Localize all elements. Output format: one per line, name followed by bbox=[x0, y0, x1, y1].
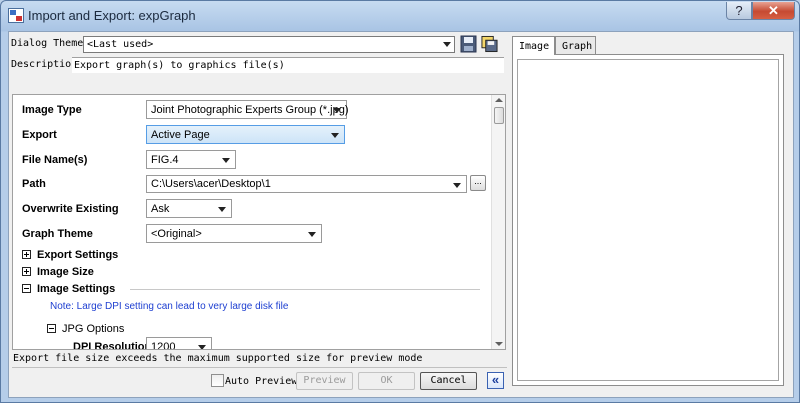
dpi-resolution-value: 1200 bbox=[151, 341, 176, 350]
chevron-down-icon bbox=[218, 207, 226, 212]
dialog-theme-value: <Last used> bbox=[87, 39, 154, 50]
preview-pane bbox=[512, 54, 784, 386]
description-label: Descriptio bbox=[11, 59, 72, 70]
status-message: Export file size exceeds the maximum sup… bbox=[13, 353, 423, 364]
dpi-note: Note: Large DPI setting can lead to very… bbox=[50, 301, 289, 312]
help-button[interactable]: ? bbox=[726, 2, 752, 20]
tab-graph[interactable]: Graph bbox=[555, 36, 596, 54]
scroll-thumb[interactable] bbox=[494, 107, 504, 124]
graph-theme-label: Graph Theme bbox=[22, 228, 93, 240]
auto-preview-checkbox[interactable] bbox=[211, 374, 224, 387]
chevron-down-icon bbox=[222, 158, 230, 163]
image-size-node[interactable]: Image Size bbox=[37, 266, 94, 278]
scroll-up-arrow-icon[interactable] bbox=[495, 98, 503, 102]
overwrite-value: Ask bbox=[151, 203, 170, 215]
expand-export-settings-icon[interactable] bbox=[22, 250, 31, 259]
vertical-scrollbar[interactable] bbox=[491, 95, 505, 349]
tab-image[interactable]: Image bbox=[512, 36, 555, 55]
description-text: Export graph(s) to graphics file(s) bbox=[74, 60, 285, 71]
collapse-jpg-options-icon[interactable] bbox=[47, 324, 56, 333]
browse-button[interactable]: ... bbox=[470, 175, 486, 191]
export-select[interactable]: Active Page bbox=[146, 125, 345, 144]
path-input[interactable]: C:\Users\acer\Desktop\1 bbox=[146, 175, 467, 193]
path-value: C:\Users\acer\Desktop\1 bbox=[151, 178, 271, 190]
path-label: Path bbox=[22, 178, 46, 190]
cancel-button[interactable]: Cancel bbox=[420, 372, 477, 390]
overwrite-label: Overwrite Existing bbox=[22, 203, 119, 215]
export-label: Export bbox=[22, 129, 57, 141]
window-title: Import and Export: expGraph bbox=[28, 8, 196, 23]
dialog-window: Import and Export: expGraph ? ✕ Dialog T… bbox=[0, 0, 800, 403]
title-bar[interactable]: Import and Export: expGraph ? ✕ bbox=[1, 1, 800, 31]
export-settings-node[interactable]: Export Settings bbox=[37, 249, 118, 261]
chevron-down-icon bbox=[308, 232, 316, 237]
chevron-down-icon bbox=[331, 133, 339, 138]
overwrite-select[interactable]: Ask bbox=[146, 199, 232, 218]
image-settings-node[interactable]: Image Settings bbox=[37, 283, 115, 295]
jpg-options-node[interactable]: JPG Options bbox=[62, 323, 124, 335]
ok-button[interactable]: OK bbox=[358, 372, 415, 390]
export-value: Active Page bbox=[151, 129, 210, 141]
preview-button[interactable]: Preview bbox=[296, 372, 353, 390]
dialog-theme-combo[interactable]: <Last used> bbox=[83, 36, 455, 53]
save-theme-button[interactable] bbox=[460, 35, 477, 53]
preview-canvas bbox=[517, 59, 779, 381]
image-type-select[interactable]: Joint Photographic Experts Group (*.jpg) bbox=[146, 100, 349, 119]
description-field: Export graph(s) to graphics file(s) bbox=[72, 57, 504, 73]
save-theme-as-button[interactable] bbox=[481, 35, 499, 53]
file-name-label: File Name(s) bbox=[22, 154, 88, 166]
collapse-panel-button[interactable]: « bbox=[487, 372, 504, 389]
dialog-theme-label: Dialog Theme bbox=[11, 38, 84, 49]
graph-theme-value: <Original> bbox=[151, 228, 202, 240]
collapse-image-settings-icon[interactable] bbox=[22, 284, 31, 293]
floppy-disk-icon bbox=[460, 35, 477, 53]
close-button[interactable]: ✕ bbox=[752, 2, 795, 20]
chevron-down-icon bbox=[443, 42, 451, 47]
expand-image-size-icon[interactable] bbox=[22, 267, 31, 276]
auto-preview-label: Auto Preview bbox=[225, 376, 298, 387]
image-type-label: Image Type bbox=[22, 104, 82, 116]
dialog-client: Dialog Theme <Last used> Descriptio Expo… bbox=[8, 31, 794, 398]
chevron-down-icon bbox=[198, 345, 206, 349]
divider bbox=[130, 289, 480, 290]
file-name-value: FIG.4 bbox=[151, 154, 179, 166]
scroll-down-arrow-icon[interactable] bbox=[495, 342, 503, 346]
chevron-down-icon bbox=[333, 108, 341, 113]
graph-theme-select[interactable]: <Original> bbox=[146, 224, 322, 243]
dpi-resolution-label: DPI Resolution bbox=[73, 341, 152, 350]
dpi-resolution-combo[interactable]: 1200 bbox=[146, 337, 212, 350]
save-as-icon bbox=[481, 35, 498, 53]
file-name-combo[interactable]: FIG.4 bbox=[146, 150, 236, 169]
chevron-down-icon bbox=[453, 183, 461, 188]
app-icon bbox=[8, 8, 24, 23]
divider bbox=[12, 367, 507, 368]
settings-panel: Image Type Joint Photographic Experts Gr… bbox=[12, 94, 506, 350]
image-type-value: Joint Photographic Experts Group (*.jpg) bbox=[151, 104, 349, 116]
